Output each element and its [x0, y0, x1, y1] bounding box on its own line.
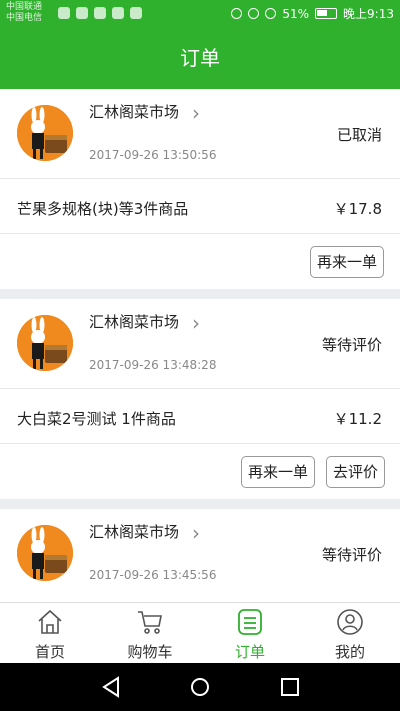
home-icon	[38, 609, 62, 634]
app-icon	[130, 7, 142, 19]
battery-icon	[315, 8, 338, 19]
order-card[interactable]: 汇林阁菜市场 › 等待评价 2017-09-26 13:48:28 大白菜2号测…	[0, 299, 400, 499]
order-card[interactable]: 汇林阁菜市场 › 已取消 2017-09-26 13:50:56 芒果多规格(块…	[0, 89, 400, 289]
home-circle-icon[interactable]	[189, 675, 211, 699]
bottom-tab-bar: 首页 购物车 订单 我的	[0, 602, 400, 663]
battery-percent: 51%	[282, 6, 310, 21]
store-avatar	[17, 105, 73, 161]
order-price: ￥17.8	[333, 200, 382, 218]
back-icon[interactable]	[100, 675, 122, 699]
chevron-right-icon[interactable]: ›	[192, 523, 200, 543]
rabbit-logo-icon	[17, 105, 73, 161]
order-status: 等待评价	[321, 546, 382, 564]
tab-home[interactable]: 首页	[0, 603, 100, 664]
send-icon	[94, 7, 106, 19]
divider	[0, 233, 400, 234]
carrier-info: 中国联通 中国电信	[6, 2, 42, 24]
order-time: 2017-09-26 13:50:56	[89, 148, 217, 162]
tab-cart[interactable]: 购物车	[100, 603, 200, 664]
rabbit-logo-icon	[17, 525, 73, 581]
wifi-icon	[248, 8, 260, 19]
sim-icon	[76, 7, 88, 19]
tab-orders[interactable]: 订单	[200, 603, 300, 664]
reorder-button[interactable]: 再来一单	[310, 246, 385, 278]
carrier-2: 中国电信	[6, 13, 43, 23]
order-price: ￥11.2	[333, 410, 382, 428]
order-time: 2017-09-26 13:48:28	[89, 358, 217, 372]
tab-label: 首页	[34, 643, 65, 661]
user-icon	[337, 609, 363, 635]
tab-label: 购物车	[127, 643, 173, 661]
store-avatar	[17, 525, 73, 581]
divider	[0, 178, 400, 179]
cart-icon	[138, 611, 162, 634]
order-card[interactable]: 汇林阁菜市场 › 等待评价 2017-09-26 13:45:56	[0, 509, 400, 602]
order-list[interactable]: 汇林阁菜市场 › 已取消 2017-09-26 13:50:56 芒果多规格(块…	[0, 89, 400, 602]
store-avatar	[17, 315, 73, 371]
system-nav-bar	[0, 663, 400, 711]
page-title: 订单	[0, 28, 400, 89]
signal-icon	[265, 8, 277, 19]
cloud-icon	[58, 7, 70, 19]
rabbit-logo-icon	[17, 315, 73, 371]
reorder-button[interactable]: 再来一单	[241, 456, 316, 488]
divider	[0, 443, 400, 444]
location-icon	[231, 8, 243, 19]
app-icon	[112, 7, 124, 19]
order-status: 等待评价	[321, 336, 382, 354]
divider	[0, 388, 400, 389]
system-indicators: 51% 晚上9:13	[231, 5, 394, 22]
order-goods[interactable]: 芒果多规格(块)等3件商品	[17, 198, 188, 219]
chevron-right-icon[interactable]: ›	[192, 313, 200, 333]
order-goods[interactable]: 大白菜2号测试 1件商品	[17, 408, 176, 429]
tab-label: 我的	[334, 643, 365, 661]
status-bar: 中国联通 中国电信 51% 晚上9:13	[0, 0, 400, 28]
order-status: 已取消	[336, 126, 382, 144]
store-name[interactable]: 汇林阁菜市场	[89, 521, 179, 542]
review-button[interactable]: 去评价	[326, 456, 386, 488]
tab-label: 订单	[234, 643, 265, 661]
store-name[interactable]: 汇林阁菜市场	[89, 101, 179, 122]
order-list-icon	[238, 609, 262, 635]
store-name[interactable]: 汇林阁菜市场	[89, 311, 179, 332]
order-time: 2017-09-26 13:45:56	[89, 568, 217, 582]
notification-icons	[58, 7, 142, 19]
carrier-1: 中国联通	[6, 2, 43, 12]
clock: 晚上9:13	[343, 7, 394, 21]
tab-profile[interactable]: 我的	[300, 603, 400, 664]
chevron-right-icon[interactable]: ›	[192, 103, 200, 123]
recent-apps-icon[interactable]	[279, 675, 301, 699]
